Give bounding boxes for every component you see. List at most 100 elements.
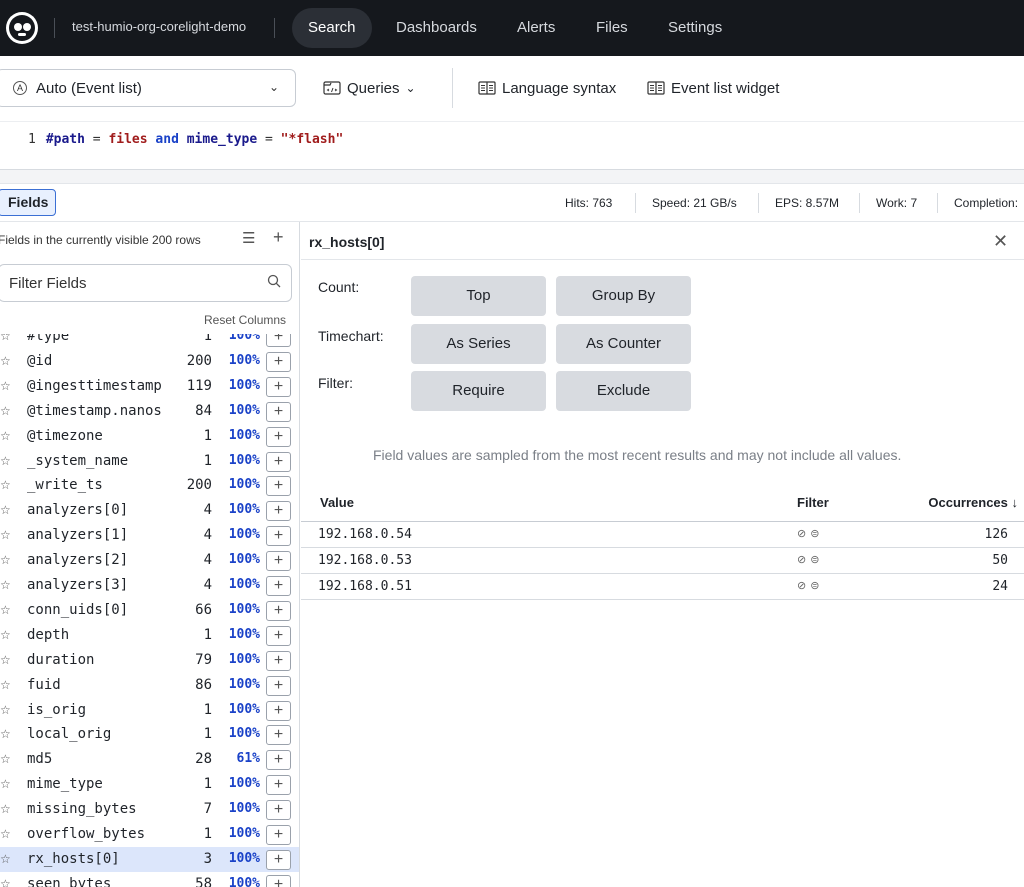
query-editor[interactable]: 1 #path = files and mime_type = "*flash" [0,122,1024,170]
add-column-plus-icon[interactable]: + [266,600,291,621]
add-column-plus-icon[interactable]: + [266,825,291,845]
field-row[interactable]: ☆ missing_bytes 7 100% + [0,797,299,822]
field-row[interactable]: ☆ is_orig 1 100% + [0,698,299,723]
star-icon[interactable]: ☆ [0,653,11,667]
star-icon[interactable]: ☆ [0,578,11,592]
star-icon[interactable]: ☆ [0,503,11,517]
add-column-plus-icon[interactable]: + [266,725,291,746]
as-counter-button[interactable]: As Counter [556,324,691,364]
nav-tab-settings[interactable]: Settings [652,8,738,48]
exclude-button[interactable]: Exclude [556,371,691,411]
star-icon[interactable]: ☆ [0,628,11,642]
add-column-plus-icon[interactable]: + [266,775,291,796]
add-column-plus-icon[interactable]: + [266,351,291,372]
fields-toggle-button[interactable]: Fields [0,189,57,216]
field-row[interactable]: ☆ _write_ts 200 100% + [0,473,299,498]
add-column-plus-icon[interactable]: + [266,376,291,397]
add-column-plus-icon[interactable]: + [266,551,291,572]
star-icon[interactable]: ☆ [0,877,11,887]
filter-include-exclude-icons[interactable]: ⊘⊜ [797,579,823,592]
star-icon[interactable]: ☆ [0,752,11,766]
star-icon[interactable]: ☆ [0,827,11,841]
field-row[interactable]: ☆ analyzers[0] 4 100% + [0,498,299,523]
star-icon[interactable]: ☆ [0,553,11,567]
star-icon[interactable]: ☆ [0,703,11,717]
require-button[interactable]: Require [411,371,546,411]
field-row[interactable]: ☆ seen_bytes 58 100% + [0,872,299,887]
field-row[interactable]: ☆ @timezone 1 100% + [0,424,299,449]
filter-include-exclude-icons[interactable]: ⊘⊜ [797,527,823,540]
value-row[interactable]: 192.168.0.54 ⊘⊜ 126 [301,522,1024,548]
widget-mode-select[interactable]: A Auto (Event list) ⌄ [0,69,296,107]
add-column-plus-icon[interactable]: + [266,800,291,821]
group-by-button[interactable]: Group By [556,276,691,316]
humio-owl-logo-icon[interactable] [6,12,38,44]
field-row[interactable]: ☆ overflow_bytes 1 100% + [0,822,299,847]
add-column-plus-icon[interactable]: + [266,334,291,347]
field-row[interactable]: ☆ local_orig 1 100% + [0,722,299,747]
field-row[interactable]: ☆ analyzers[1] 4 100% + [0,523,299,548]
nav-tab-search[interactable]: Search [292,8,372,48]
star-icon[interactable]: ☆ [0,678,11,692]
close-icon[interactable]: ✕ [993,231,1008,252]
top-button[interactable]: Top [411,276,546,316]
star-icon[interactable]: ☆ [0,478,11,492]
field-row[interactable]: ☆ analyzers[3] 4 100% + [0,573,299,598]
field-row[interactable]: ☆ @ingesttimestamp 119 100% + [0,374,299,399]
add-column-plus-icon[interactable]: + [266,501,291,522]
value-row[interactable]: 192.168.0.53 ⊘⊜ 50 [301,548,1024,574]
filter-fields-input[interactable]: Filter Fields [0,264,292,302]
star-icon[interactable]: ☆ [0,802,11,816]
star-icon[interactable]: ☆ [0,334,11,343]
nav-tab-dashboards[interactable]: Dashboards [380,8,493,48]
field-row[interactable]: ☆ @id 200 100% + [0,349,299,374]
star-icon[interactable]: ☆ [0,528,11,542]
star-icon[interactable]: ☆ [0,852,11,866]
queries-button[interactable]: Queries ⌄ [323,76,416,100]
add-column-plus-icon[interactable]: + [266,426,291,447]
star-icon[interactable]: ☆ [0,454,11,468]
nav-tab-alerts[interactable]: Alerts [501,8,571,48]
query-line[interactable]: 1 #path = files and mime_type = "*flash" [28,132,343,147]
filter-lines-icon[interactable]: ☰ [242,229,255,247]
as-series-button[interactable]: As Series [411,324,546,364]
star-icon[interactable]: ☆ [0,429,11,443]
add-column-plus-icon[interactable]: + [266,849,291,870]
star-icon[interactable]: ☆ [0,603,11,617]
reset-columns-link[interactable]: Reset Columns [204,313,286,327]
field-row[interactable]: ☆ conn_uids[0] 66 100% + [0,598,299,623]
field-row[interactable]: ☆ md5 28 61% + [0,747,299,772]
star-icon[interactable]: ☆ [0,404,11,418]
filter-include-exclude-icons[interactable]: ⊘⊜ [797,553,823,566]
add-column-plus-icon[interactable]: + [266,874,291,887]
field-row[interactable]: ☆ _system_name 1 100% + [0,449,299,474]
add-column-plus-icon[interactable]: + [266,451,291,472]
field-row[interactable]: ☆ fuid 86 100% + [0,673,299,698]
nav-tab-files[interactable]: Files [580,8,644,48]
editor-resize-handle[interactable] [0,170,1024,184]
add-column-plus-icon[interactable]: + [266,700,291,721]
event-list-widget-button[interactable]: Event list widget [647,76,779,100]
add-column-plus-icon[interactable]: + [266,401,291,422]
add-column-plus-icon[interactable]: + [266,476,291,497]
value-row[interactable]: 192.168.0.51 ⊘⊜ 24 [301,574,1024,600]
field-row[interactable]: ☆ mime_type 1 100% + [0,772,299,797]
star-icon[interactable]: ☆ [0,727,11,741]
field-row[interactable]: ☆ #type 1 100% + [0,334,299,349]
add-column-plus-icon[interactable]: + [266,675,291,696]
star-icon[interactable]: ☆ [0,354,11,368]
add-column-plus-icon[interactable]: + [266,750,291,771]
star-icon[interactable]: ☆ [0,379,11,393]
star-icon[interactable]: ☆ [0,777,11,791]
add-column-plus-icon[interactable]: + [266,576,291,596]
language-syntax-button[interactable]: Language syntax [478,76,616,100]
field-row[interactable]: ☆ analyzers[2] 4 100% + [0,548,299,573]
field-row[interactable]: ☆ @timestamp.nanos 84 100% + [0,399,299,424]
add-column-plus-icon[interactable]: + [266,625,291,646]
field-row[interactable]: ☆ depth 1 100% + [0,623,299,648]
add-column-plus-icon[interactable]: + [266,650,291,671]
column-occurrences[interactable]: Occurrences ↓ [928,495,1018,510]
org-name[interactable]: test-humio-org-corelight-demo [72,19,246,34]
add-column-plus-icon[interactable]: + [266,526,291,547]
field-row[interactable]: ☆ duration 79 100% + [0,648,299,673]
